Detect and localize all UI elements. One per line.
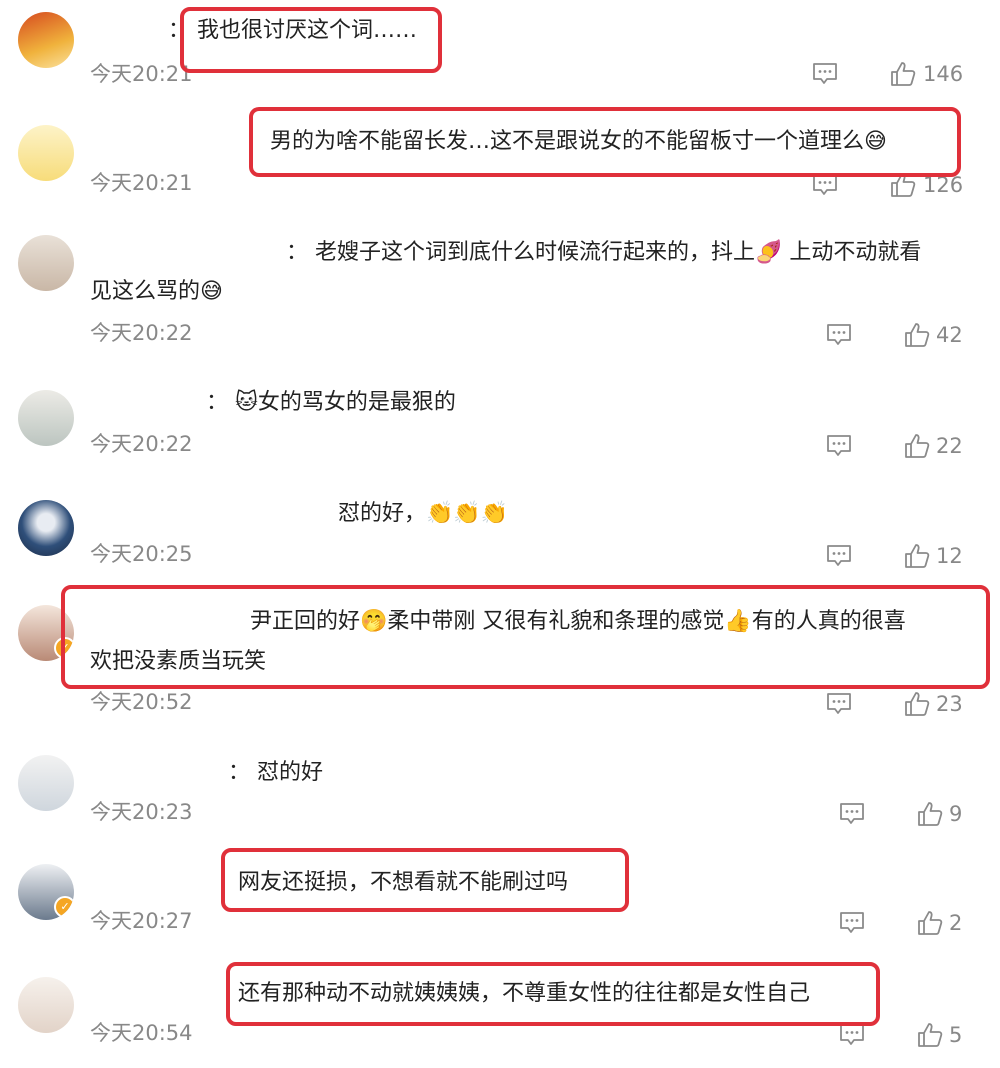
avatar[interactable]: [18, 235, 74, 291]
comment-text-line2: 欢把没素质当玩笑: [90, 649, 267, 674]
avatar[interactable]: [18, 755, 74, 811]
comment-time: 今天20:21: [90, 62, 193, 86]
comment-item: 还有那种动不动就姨姨姨，不尊重女性的往往都是女性自己 今天20:54 5: [0, 972, 1000, 1068]
comment-time: 今天20:25: [90, 542, 193, 566]
comment-time: 今天20:21: [90, 171, 193, 195]
verified-badge-icon: ✓: [54, 637, 74, 659]
comment-text: ： 怼的好: [228, 760, 323, 785]
thumbs-up-icon[interactable]: [903, 690, 931, 718]
reply-icon[interactable]: [811, 60, 839, 88]
comment-text-line2: 见这么骂的😅: [90, 279, 223, 304]
comment-time: 今天20:54: [90, 1021, 193, 1045]
comment-item: ： 我也很讨厌这个词…… 今天20:21 146: [0, 0, 1000, 105]
comment-time: 今天20:52: [90, 690, 193, 714]
avatar[interactable]: [18, 125, 74, 181]
comment-item: ： 🐱女的骂女的是最狠的 今天20:22 22: [0, 380, 1000, 475]
comment-item: 怼的好，👏👏👏 今天20:25 12: [0, 490, 1000, 585]
reply-icon[interactable]: [825, 542, 853, 570]
comment-time: 今天20:22: [90, 432, 193, 456]
verified-badge-icon: ✓: [54, 896, 74, 918]
comment-text: 怼的好，👏👏👏: [338, 501, 509, 526]
like-count: 126: [923, 173, 964, 197]
like-count: 9: [949, 802, 963, 826]
thumbs-up-icon[interactable]: [889, 171, 917, 199]
comment-text: ： 🐱女的骂女的是最狠的: [206, 390, 456, 415]
like-count: 146: [923, 62, 964, 86]
comment-item: 男的为啥不能留长发…这不是跟说女的不能留板寸一个道理么😅 今天20:21 126: [0, 105, 1000, 215]
like-count: 23: [936, 692, 963, 716]
thumbs-up-icon[interactable]: [916, 800, 944, 828]
thumbs-up-icon[interactable]: [903, 432, 931, 460]
comment-item: ： 怼的好 今天20:23 9: [0, 755, 1000, 855]
comment-item: ： 老嫂子这个词到底什么时候流行起来的，抖上🍠 上动不动就看 见这么骂的😅 今天…: [0, 225, 1000, 355]
reply-icon[interactable]: [825, 690, 853, 718]
reply-icon[interactable]: [838, 800, 866, 828]
avatar[interactable]: [18, 977, 74, 1033]
comment-item: ✓ 网友还挺损，不想看就不能刷过吗 今天20:27 2: [0, 862, 1000, 962]
like-count: 22: [936, 434, 963, 458]
avatar[interactable]: ✓: [18, 864, 74, 920]
comment-time: 今天20:22: [90, 321, 193, 345]
avatar[interactable]: [18, 12, 74, 68]
thumbs-up-icon[interactable]: [916, 909, 944, 937]
comment-text-line1: ： 老嫂子这个词到底什么时候流行起来的，抖上🍠 上动不动就看: [286, 240, 922, 265]
reply-icon[interactable]: [838, 1021, 866, 1049]
comment-time: 今天20:27: [90, 909, 193, 933]
reply-icon[interactable]: [811, 171, 839, 199]
reply-icon[interactable]: [825, 321, 853, 349]
thumbs-up-icon[interactable]: [903, 542, 931, 570]
reply-icon[interactable]: [825, 432, 853, 460]
like-count: 42: [936, 323, 963, 347]
comment-text: ： 我也很讨厌这个词……: [168, 18, 417, 43]
avatar[interactable]: [18, 390, 74, 446]
comment-text: 网友还挺损，不想看就不能刷过吗: [238, 870, 569, 895]
like-count: 2: [949, 911, 963, 935]
like-count: 12: [936, 544, 963, 568]
comment-text-line1: 尹正回的好🤭柔中带刚 又很有礼貌和条理的感觉👍有的人真的很喜: [250, 609, 906, 634]
thumbs-up-icon[interactable]: [903, 321, 931, 349]
thumbs-up-icon[interactable]: [889, 60, 917, 88]
comment-text: 还有那种动不动就姨姨姨，不尊重女性的往往都是女性自己: [238, 981, 811, 1006]
comment-text: 男的为啥不能留长发…这不是跟说女的不能留板寸一个道理么😅: [270, 129, 887, 154]
comment-item: ✓ 尹正回的好🤭柔中带刚 又很有礼貌和条理的感觉👍有的人真的很喜 欢把没素质当玩…: [0, 600, 1000, 730]
comment-time: 今天20:23: [90, 800, 193, 824]
thumbs-up-icon[interactable]: [916, 1021, 944, 1049]
avatar[interactable]: [18, 500, 74, 556]
like-count: 5: [949, 1023, 963, 1047]
avatar[interactable]: ✓: [18, 605, 74, 661]
reply-icon[interactable]: [838, 909, 866, 937]
